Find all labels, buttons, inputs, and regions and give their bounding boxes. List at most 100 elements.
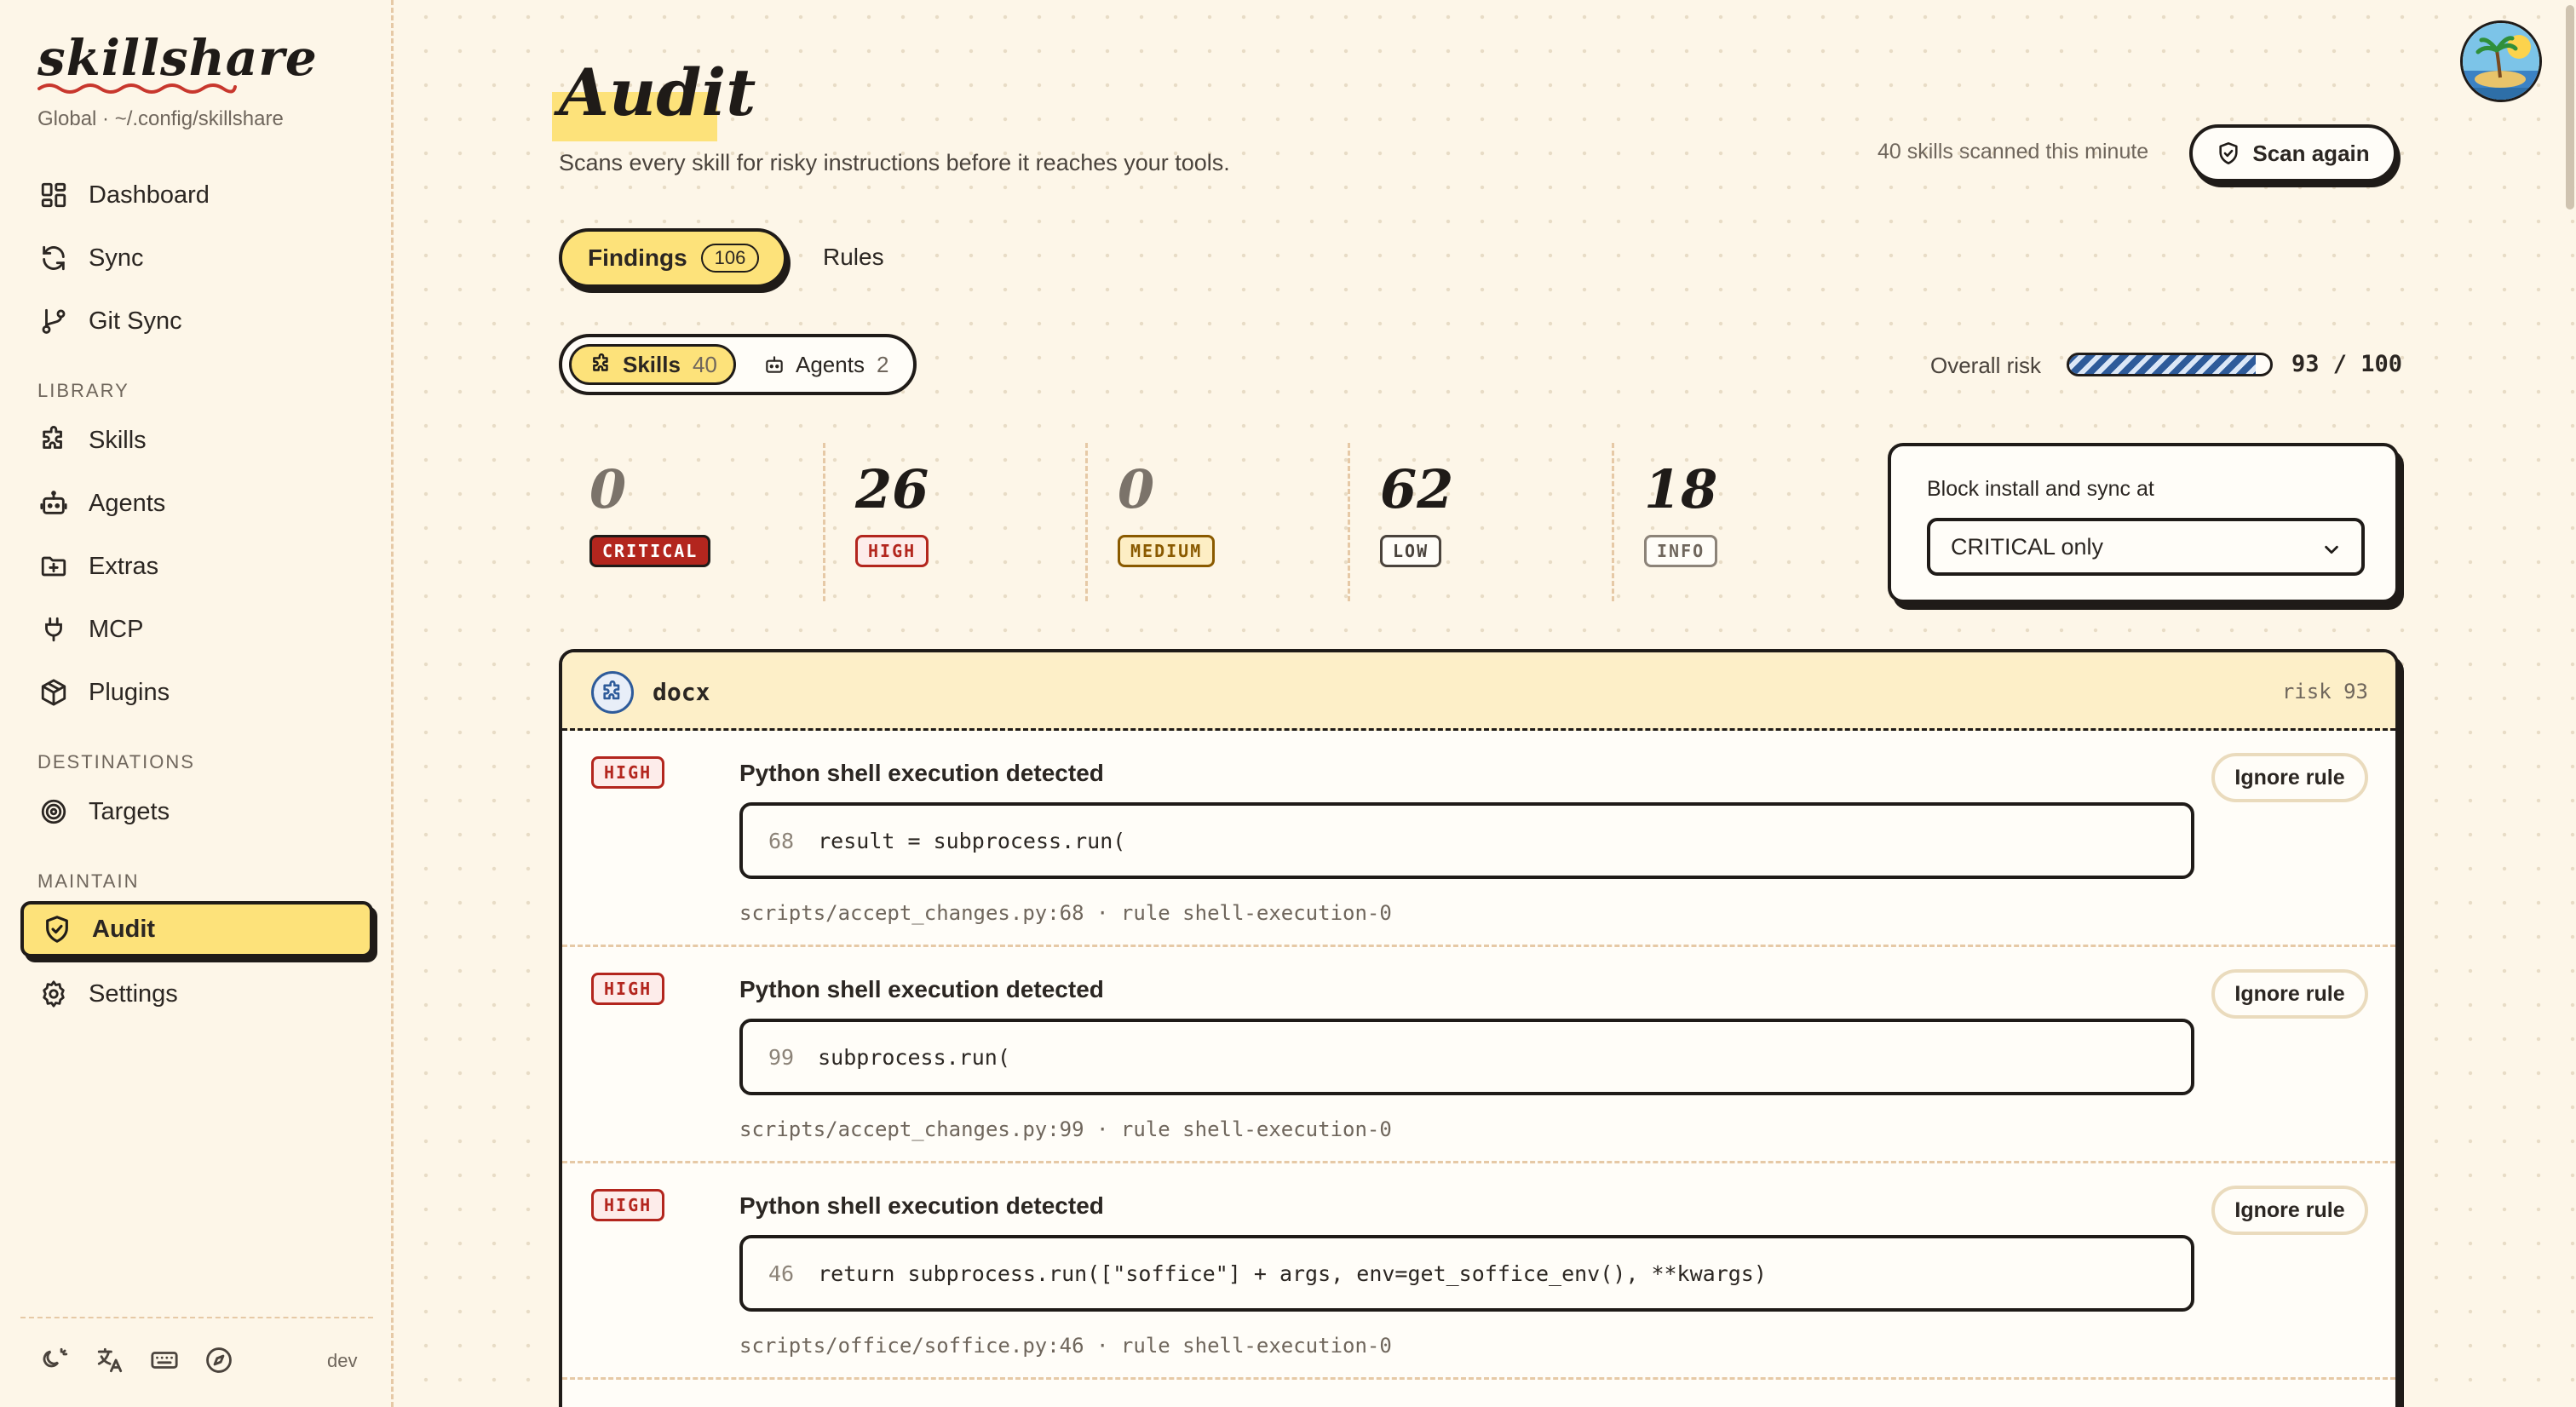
segment-agents[interactable]: Agents 2 <box>755 344 908 385</box>
scan-status: 40 skills scanned this minute <box>1877 140 2149 164</box>
sidebar-item-agents[interactable]: Agents <box>20 475 373 531</box>
overall-risk-bar <box>2067 353 2273 376</box>
stat-count: 0 <box>589 458 627 520</box>
resource-type-toggle: Skills 40 Agents 2 <box>559 334 917 395</box>
sidebar-item-audit[interactable]: Audit <box>20 901 373 957</box>
skill-puzzle-icon <box>591 671 634 714</box>
sidebar-item-sync[interactable]: Sync <box>20 230 373 286</box>
page-title: Audit <box>559 55 756 130</box>
shield-icon <box>2219 142 2238 164</box>
robot-icon <box>766 356 783 373</box>
ignore-rule-button[interactable]: Ignore rule <box>2211 969 2368 1019</box>
dashboard-icon <box>39 181 68 210</box>
section-label-maintain: MAINTAIN <box>37 870 140 892</box>
tab-rules[interactable]: Rules <box>823 244 884 271</box>
findings-group-card: docx risk 93 HIGH Python shell execution… <box>559 649 2399 1407</box>
stat-count: 0 <box>1118 458 1155 520</box>
severity-badge-medium: MEDIUM <box>1118 535 1216 567</box>
sidebar-item-label: Extras <box>89 552 159 580</box>
sidebar-item-label: Plugins <box>89 678 170 706</box>
sidebar-item-label: Skills <box>89 426 147 454</box>
block-threshold-select[interactable]: CRITICAL only <box>1927 518 2365 576</box>
block-threshold-value: CRITICAL only <box>1951 533 2104 560</box>
sidebar-item-label: Sync <box>89 244 144 272</box>
brand-name: skillshare <box>37 29 318 87</box>
stat-count: 62 <box>1380 458 1454 520</box>
sidebar-item-git-sync[interactable]: Git Sync <box>20 293 373 349</box>
scrollbar-thumb[interactable] <box>2566 5 2574 210</box>
segment-skills[interactable]: Skills 40 <box>569 344 736 385</box>
sidebar-item-mcp[interactable]: MCP <box>20 601 373 658</box>
block-threshold-label: Block install and sync at <box>1927 477 2154 501</box>
code-text: result = subprocess.run( <box>818 828 1126 853</box>
stat-high: 26 HIGH <box>825 443 1080 601</box>
findings-group-header[interactable]: docx risk 93 <box>562 652 2395 731</box>
theme-icon[interactable] <box>41 1346 70 1375</box>
segment-agents-label: Agents <box>796 351 865 377</box>
sidebar-item-label: Dashboard <box>89 181 210 209</box>
overall-risk-fill <box>2069 355 2257 374</box>
sidebar-item-label: Audit <box>92 915 156 943</box>
scan-again-button[interactable]: Scan again <box>2189 124 2397 182</box>
sidebar-item-plugins[interactable]: Plugins <box>20 664 373 721</box>
page-subtitle: Scans every skill for risky instructions… <box>559 150 1230 175</box>
severity-badge: HIGH <box>591 756 665 789</box>
env-label: dev <box>327 1350 358 1371</box>
sidebar-item-skills[interactable]: Skills <box>20 412 373 468</box>
stat-medium: 0 MEDIUM <box>1087 443 1343 601</box>
segment-skills-count: 40 <box>692 351 717 377</box>
ignore-rule-button[interactable]: Ignore rule <box>2211 1186 2368 1235</box>
shield-check-icon <box>43 915 72 944</box>
code-text: return subprocess.run(["soffice"] + args… <box>818 1261 1767 1286</box>
skill-name: docx <box>653 678 710 706</box>
section-label-destinations: DESTINATIONS <box>37 751 195 772</box>
finding-row: HIGH Python shell execution detected 68 … <box>562 731 2395 947</box>
sidebar-item-label: MCP <box>89 615 144 643</box>
sidebar-item-label: Targets <box>89 797 170 825</box>
skill-risk: risk 93 <box>2281 680 2368 704</box>
severity-badge: HIGH <box>591 973 665 1005</box>
plug-icon <box>39 615 68 644</box>
finding-title: Python shell execution detected <box>739 760 1104 786</box>
package-icon <box>39 678 68 707</box>
finding-title: Python shell execution detected <box>739 1192 1104 1219</box>
scan-again-label: Scan again <box>2252 140 2370 166</box>
refresh-icon <box>39 244 68 273</box>
keyboard-icon[interactable] <box>150 1346 179 1375</box>
brand-logo[interactable]: skillshare <box>37 29 318 95</box>
severity-badge-critical: CRITICAL <box>589 535 711 567</box>
code-text: subprocess.run( <box>818 1044 1010 1070</box>
sidebar-item-targets[interactable]: Targets <box>20 784 373 840</box>
sidebar: skillshare Global · ~/.config/skillshare… <box>0 0 394 1407</box>
segment-agents-count: 2 <box>876 351 889 377</box>
severity-badge: HIGH <box>591 1189 665 1221</box>
sidebar-item-label: Settings <box>89 979 178 1008</box>
line-number: 99 <box>768 1044 795 1070</box>
finding-location: scripts/accept_changes.py:68 · rule shel… <box>739 901 1392 925</box>
translate-icon[interactable] <box>95 1346 124 1375</box>
sidebar-item-dashboard[interactable]: Dashboard <box>20 167 373 223</box>
finding-location: scripts/accept_changes.py:99 · rule shel… <box>739 1117 1392 1141</box>
section-label-library: LIBRARY <box>37 380 129 401</box>
sidebar-item-settings[interactable]: Settings <box>20 966 373 1022</box>
compass-icon[interactable] <box>204 1346 233 1375</box>
line-number: 46 <box>768 1261 795 1286</box>
stat-count: 26 <box>855 458 929 520</box>
block-threshold-card: Block install and sync at CRITICAL only <box>1888 443 2399 603</box>
page-scrollbar[interactable] <box>2564 0 2576 1407</box>
folder-plus-icon <box>39 552 68 581</box>
sidebar-item-extras[interactable]: Extras <box>20 538 373 594</box>
finding-location: scripts/office/soffice.py:46 · rule shel… <box>739 1334 1392 1358</box>
sidebar-item-label: Git Sync <box>89 307 182 335</box>
puzzle-icon <box>39 426 68 455</box>
tab-findings[interactable]: Findings 106 <box>559 228 787 288</box>
findings-count-badge: 106 <box>700 244 760 273</box>
sidebar-item-label: Agents <box>89 489 166 517</box>
ignore-rule-button[interactable]: Ignore rule <box>2211 753 2368 802</box>
puzzle-icon <box>593 353 608 371</box>
code-snippet: 46 return subprocess.run(["soffice"] + a… <box>739 1235 2194 1312</box>
tab-findings-label: Findings <box>588 244 687 271</box>
gear-icon <box>39 979 68 1008</box>
stat-count: 18 <box>1644 458 1718 520</box>
user-avatar[interactable] <box>2460 20 2542 102</box>
